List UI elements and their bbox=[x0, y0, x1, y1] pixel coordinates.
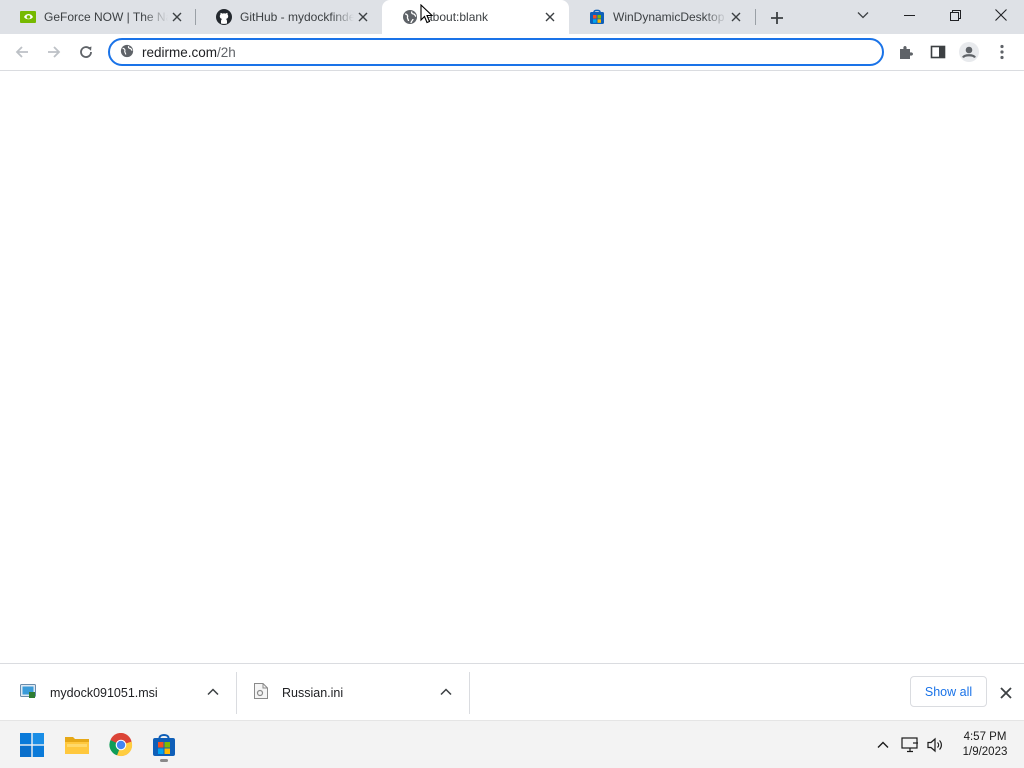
minimize-button[interactable] bbox=[886, 0, 932, 30]
menu-button[interactable] bbox=[988, 38, 1016, 66]
tab-search-button[interactable] bbox=[840, 0, 886, 30]
close-icon bbox=[1000, 687, 1012, 699]
tab-github[interactable]: GitHub - mydockfinder bbox=[196, 0, 382, 34]
nvidia-icon bbox=[20, 9, 36, 25]
plus-icon bbox=[771, 12, 783, 24]
extensions-button[interactable] bbox=[892, 38, 920, 66]
tab-strip: GeForce NOW | The Na GitHub - mydockfind… bbox=[0, 0, 1024, 34]
tab-close-icon[interactable] bbox=[727, 8, 745, 26]
tab-title: GeForce NOW | The Na bbox=[44, 10, 168, 24]
address-bar[interactable]: redirme.com/2h bbox=[108, 38, 884, 66]
show-hidden-icons-button[interactable] bbox=[872, 731, 894, 759]
download-filename: Russian.ini bbox=[282, 685, 344, 700]
tab-windynamicdesktop[interactable]: WinDynamicDesktop - bbox=[569, 0, 755, 34]
back-button[interactable] bbox=[8, 38, 36, 66]
url-text: redirme.com/2h bbox=[142, 45, 236, 60]
browser-toolbar: redirme.com/2h bbox=[0, 34, 1024, 71]
chevron-up-icon bbox=[877, 741, 889, 748]
tab-title: about:blank bbox=[426, 10, 489, 24]
url-path: /2h bbox=[217, 44, 236, 60]
network-icon bbox=[901, 737, 918, 753]
tab-geforce-now[interactable]: GeForce NOW | The Na bbox=[0, 0, 196, 34]
network-button[interactable] bbox=[898, 731, 922, 759]
tab-close-icon[interactable] bbox=[168, 8, 186, 26]
volume-button[interactable] bbox=[924, 731, 948, 759]
page-content[interactable] bbox=[0, 71, 1024, 663]
reload-button[interactable] bbox=[72, 38, 100, 66]
chevron-up-icon[interactable] bbox=[438, 684, 454, 700]
download-item[interactable]: mydock091051.msi bbox=[20, 664, 235, 721]
clock-date: 1/9/2023 bbox=[962, 746, 1008, 758]
site-info-icon[interactable] bbox=[120, 44, 134, 61]
start-button[interactable] bbox=[14, 727, 50, 763]
url-host: redirme.com bbox=[142, 44, 218, 60]
chevron-down-icon bbox=[857, 12, 869, 19]
reload-icon bbox=[80, 46, 92, 58]
download-filename: mydock091051.msi bbox=[50, 685, 158, 700]
mouse-cursor-icon bbox=[420, 4, 434, 24]
close-icon bbox=[995, 9, 1007, 21]
speaker-icon bbox=[927, 737, 942, 753]
msi-file-icon bbox=[20, 683, 36, 702]
new-tab-button[interactable] bbox=[766, 7, 788, 29]
file-explorer-button[interactable] bbox=[59, 727, 95, 763]
close-window-button[interactable] bbox=[978, 0, 1024, 30]
arrow-left-icon bbox=[15, 46, 28, 58]
tab-about-blank[interactable]: about:blank bbox=[382, 0, 569, 34]
tab-close-icon[interactable] bbox=[541, 8, 559, 26]
microsoft-store-icon bbox=[153, 734, 175, 756]
profile-button[interactable] bbox=[955, 38, 983, 66]
store-icon bbox=[589, 9, 605, 25]
tab-separator bbox=[755, 9, 756, 25]
windows-taskbar: 4:57 PM 1/9/2023 bbox=[0, 720, 1024, 768]
ini-file-icon bbox=[254, 683, 268, 702]
minimize-icon bbox=[903, 14, 915, 16]
download-item[interactable]: Russian.ini bbox=[254, 664, 468, 721]
tab-title: WinDynamicDesktop - bbox=[613, 10, 727, 24]
tab-title: GitHub - mydockfinder bbox=[240, 10, 354, 24]
show-all-button[interactable]: Show all bbox=[910, 676, 987, 707]
tab-close-icon[interactable] bbox=[354, 8, 372, 26]
kebab-menu-icon bbox=[1000, 44, 1004, 60]
close-shelf-button[interactable] bbox=[996, 683, 1016, 703]
avatar-icon bbox=[959, 42, 979, 62]
start-icon bbox=[20, 733, 44, 757]
download-shelf: mydock091051.msi Russian.ini Show all bbox=[0, 663, 1024, 720]
forward-button[interactable] bbox=[40, 38, 68, 66]
clock[interactable]: 4:57 PM 1/9/2023 bbox=[952, 730, 1018, 760]
download-separator bbox=[236, 672, 237, 714]
chrome-icon bbox=[109, 733, 133, 757]
puzzle-icon bbox=[900, 46, 913, 59]
clock-time: 4:57 PM bbox=[963, 731, 1007, 743]
side-panel-icon bbox=[930, 45, 946, 59]
restore-button[interactable] bbox=[932, 0, 978, 30]
arrow-right-icon bbox=[48, 46, 61, 58]
microsoft-store-button[interactable] bbox=[146, 727, 182, 763]
github-icon bbox=[216, 9, 232, 25]
globe-icon bbox=[402, 9, 418, 25]
download-separator bbox=[469, 672, 470, 714]
file-explorer-icon bbox=[65, 737, 89, 754]
side-panel-button[interactable] bbox=[924, 38, 952, 66]
chrome-taskbar-button[interactable] bbox=[103, 727, 139, 763]
chevron-up-icon[interactable] bbox=[205, 684, 221, 700]
restore-icon bbox=[949, 9, 961, 21]
